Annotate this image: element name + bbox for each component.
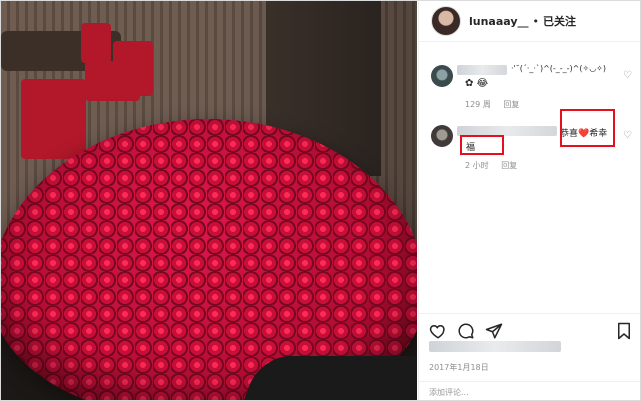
comment-time: 2 小时 bbox=[465, 161, 489, 170]
small-heart-icon[interactable]: ♡ bbox=[623, 71, 633, 81]
separator-dot: • bbox=[532, 14, 540, 28]
commenter-avatar[interactable] bbox=[431, 125, 453, 147]
post-sidebar: lunaaay__ • 已关注 ·'˘(´·_·`)^(-_-_-)^(✧◡✧)… bbox=[418, 1, 640, 400]
photo-chair bbox=[21, 79, 86, 159]
add-comment-input[interactable]: 添加评论... bbox=[429, 387, 469, 398]
post-date: 2017年1月18日 bbox=[429, 363, 489, 372]
highlight-box bbox=[460, 135, 504, 155]
post-photo[interactable] bbox=[1, 1, 417, 400]
share-icon[interactable] bbox=[485, 322, 503, 340]
follow-status-button[interactable]: 已关注 bbox=[543, 13, 576, 29]
comment-item: 恭喜❤️希幸 福 2 小时 回复 ♡ bbox=[419, 109, 640, 179]
bouquet-wrap bbox=[241, 356, 417, 400]
highlight-box bbox=[560, 109, 615, 147]
heart-icon[interactable] bbox=[429, 322, 447, 340]
photo-chair bbox=[85, 61, 140, 101]
reply-link[interactable]: 回复 bbox=[501, 161, 517, 170]
blurred-likes bbox=[429, 341, 561, 352]
bookmark-icon[interactable] bbox=[615, 322, 633, 340]
post-header: lunaaay__ • 已关注 bbox=[419, 1, 640, 42]
add-comment-box[interactable]: 添加评论... bbox=[419, 381, 640, 400]
blurred-username bbox=[457, 65, 507, 75]
small-heart-icon[interactable]: ♡ bbox=[623, 131, 633, 141]
comment-text: ·'˘(´·_·`)^(-_-_-)^(✧◡✧) bbox=[511, 64, 607, 73]
instagram-post: lunaaay__ • 已关注 ·'˘(´·_·`)^(-_-_-)^(✧◡✧)… bbox=[0, 0, 641, 401]
comment-emoji-line: ✿ 😂 bbox=[465, 78, 489, 89]
comment-item: ·'˘(´·_·`)^(-_-_-)^(✧◡✧) ✿ 😂 129 周 回复 ♡ bbox=[419, 59, 640, 111]
photo-chair bbox=[81, 23, 111, 63]
reply-link[interactable]: 回复 bbox=[503, 100, 519, 109]
comment-time: 129 周 bbox=[465, 100, 491, 109]
user-avatar[interactable] bbox=[431, 6, 461, 36]
commenter-avatar[interactable] bbox=[431, 65, 453, 87]
username[interactable]: lunaaay__ bbox=[469, 15, 529, 28]
comment-icon[interactable] bbox=[457, 322, 475, 340]
comment-meta: 129 周 回复 bbox=[465, 99, 529, 110]
comment-meta: 2 小时 回复 bbox=[465, 160, 527, 171]
